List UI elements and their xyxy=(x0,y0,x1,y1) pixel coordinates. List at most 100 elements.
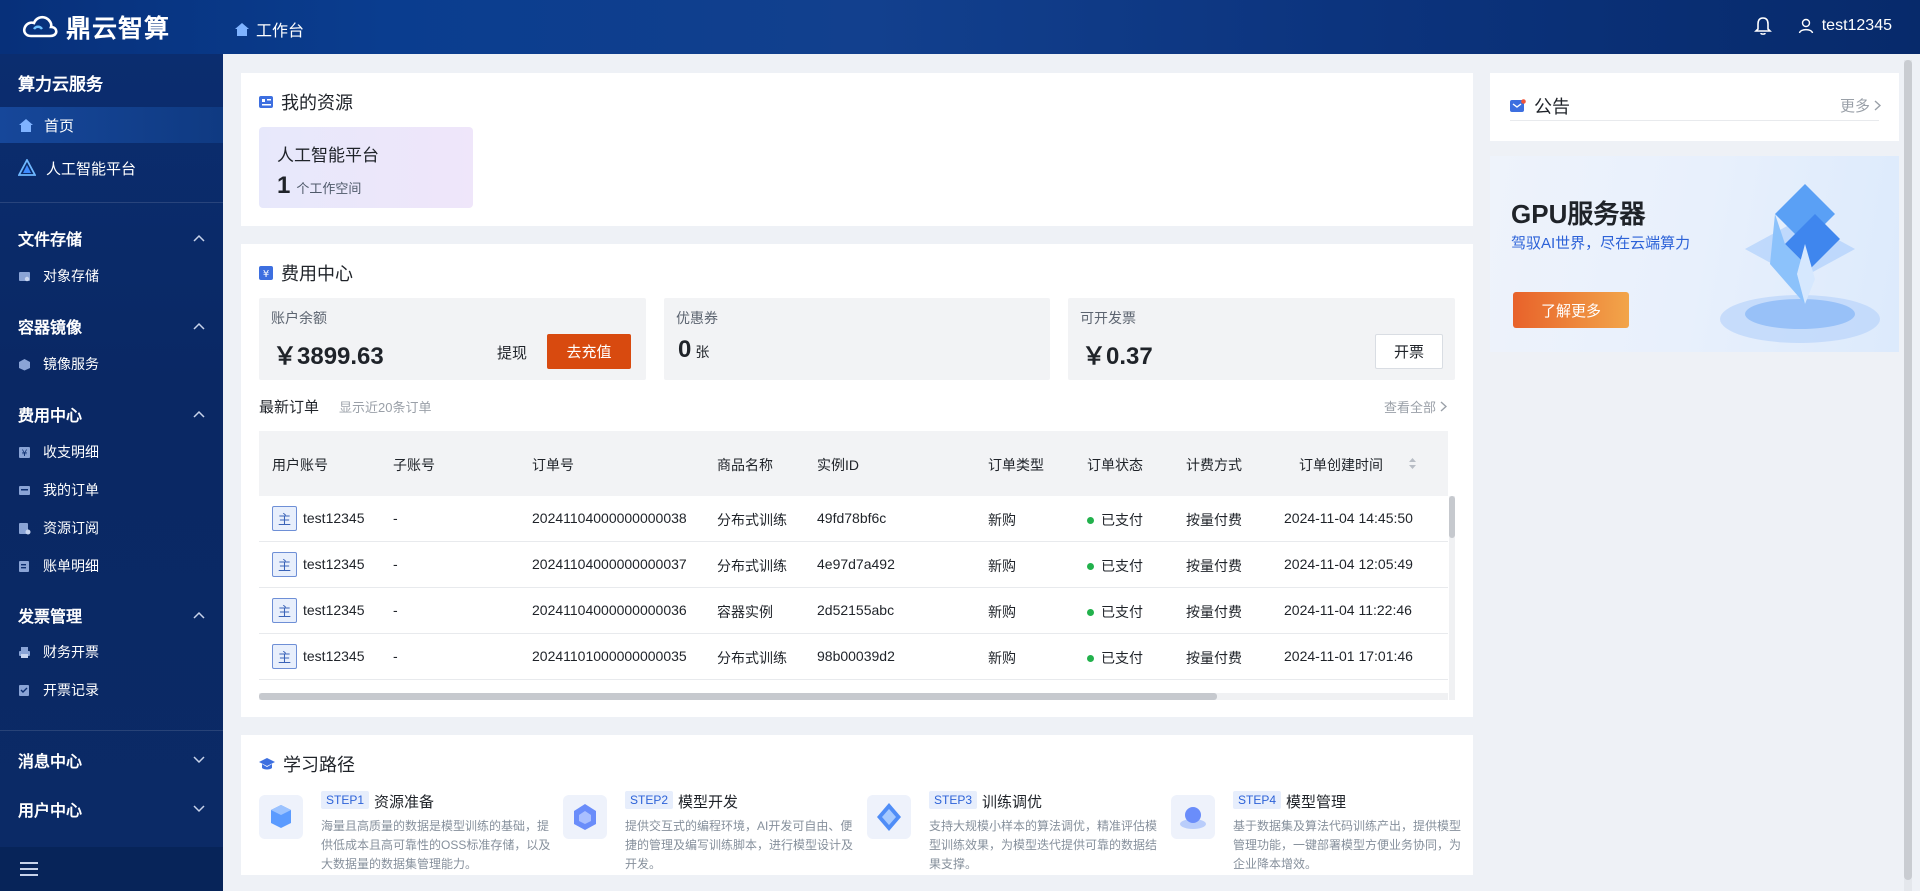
logo-text: 鼎云智算 xyxy=(66,15,171,43)
chevron-up-icon xyxy=(193,410,205,418)
column-header-created-time[interactable]: 订单创建时间 xyxy=(1299,455,1383,475)
step-desc: 支持大规模小样本的算法调优，精准评估模型训练效果，为模型迭代提供可靠的数据结果支… xyxy=(929,819,1158,871)
column-header: 实例ID xyxy=(817,457,859,473)
resource-tile-ai-platform[interactable]: 人工智能平台 1 个工作空间 xyxy=(259,127,473,208)
withdraw-button[interactable]: 提现 xyxy=(497,342,527,363)
scrollbar-thumb[interactable] xyxy=(259,693,1217,700)
sidebar-item-income-expense[interactable]: ¥ 收支明细 xyxy=(0,437,223,467)
menu-icon[interactable] xyxy=(20,861,38,877)
sort-icon[interactable] xyxy=(1408,456,1417,471)
table-vertical-scrollbar[interactable] xyxy=(1449,496,1455,700)
table-row[interactable]: 主 test12345 - 20241104000000000038 分布式训练… xyxy=(259,496,1448,542)
invoice-button[interactable]: 开票 xyxy=(1375,334,1443,369)
table-horizontal-scrollbar[interactable] xyxy=(259,693,1448,700)
sidebar-category-fee-center[interactable]: 费用中心 xyxy=(0,401,223,427)
category-label: 文件存储 xyxy=(18,232,83,249)
storage-icon xyxy=(19,271,30,281)
learn-more-button[interactable]: 了解更多 xyxy=(1513,292,1629,328)
resource-tile-count: 1 xyxy=(277,172,291,199)
learning-step-2[interactable]: STEP2 模型开发 提供交互式的编程环境，AI开发可自由、便捷的管理及编写训练… xyxy=(563,787,853,877)
step-badge: STEP3 xyxy=(929,791,978,809)
scrollbar-thumb[interactable] xyxy=(1449,496,1455,538)
top-bar: 鼎云智算 工作台 test12345 xyxy=(0,0,1920,54)
sidebar-item-image-service[interactable]: 镜像服务 xyxy=(0,349,223,379)
resource-prep-icon xyxy=(259,795,303,839)
sidebar-item-label: 收支明细 xyxy=(43,444,99,460)
my-resources-card: 我的资源 人工智能平台 1 个工作空间 xyxy=(241,73,1473,226)
breadcrumb[interactable]: 工作台 xyxy=(234,17,304,41)
cell-type: 新购 xyxy=(988,650,1016,666)
category-label: 费用中心 xyxy=(18,408,83,425)
bell-icon[interactable] xyxy=(1753,16,1772,36)
sidebar-item-label: 我的订单 xyxy=(43,482,99,498)
card-title: ¥ 费用中心 xyxy=(259,260,353,286)
cell-product: 容器实例 xyxy=(717,604,773,620)
learning-step-4[interactable]: STEP4 模型管理 基于数据集及算法代码训练产出，提供模型管理功能，一键部署模… xyxy=(1171,787,1461,877)
cell-instance: 98b00039d2 xyxy=(817,648,895,664)
sidebar-item-label: 对象存储 xyxy=(43,268,99,284)
username: test12345 xyxy=(1821,17,1892,34)
sidebar-category-file-storage[interactable]: 文件存储 xyxy=(0,225,223,251)
page-vertical-scrollbar[interactable] xyxy=(1904,60,1912,891)
cell-billing: 按量付费 xyxy=(1186,650,1242,666)
user-menu[interactable]: test12345 xyxy=(1798,17,1892,35)
training-tuning-icon xyxy=(867,795,911,839)
balance-box: 账户余额 ￥3899.63 提现 去充值 xyxy=(259,298,646,380)
cell-created: 2024-11-04 11:22:46 xyxy=(1284,602,1412,618)
main-account-tag: 主 xyxy=(272,506,297,531)
learning-path-card: 学习路径 STEP1 资源准备 海量且高质量的数据是模型训练的基础，提供低成本且… xyxy=(241,735,1473,875)
sidebar-category-user-center[interactable]: 用户中心 xyxy=(0,796,223,822)
orders-header: 最新订单 显示近20条订单 查看全部 xyxy=(259,396,1455,416)
sidebar-item-ai-platform[interactable]: 人工智能平台 xyxy=(0,150,223,186)
gpu-server-banner[interactable]: GPU服务器 驾驭AI世界，尽在云端算力 了解更多 xyxy=(1490,156,1899,352)
cell-created: 2024-11-01 17:01:46 xyxy=(1284,648,1413,664)
resource-icon xyxy=(259,96,273,108)
cell-created: 2024-11-04 14:45:50 xyxy=(1284,510,1413,526)
step-desc: 提供交互式的编程环境，AI开发可自由、便捷的管理及编写训练脚本，进行模型设计及开… xyxy=(625,819,854,871)
sidebar-section-title: 算力云服务 xyxy=(18,75,103,94)
status-dot xyxy=(1087,562,1094,570)
sidebar-item-my-orders[interactable]: 我的订单 xyxy=(0,475,223,505)
cell-user: test12345 xyxy=(303,648,365,664)
cell-order-no: 20241104000000000037 xyxy=(532,556,687,572)
table-header: 用户账号 子账号 订单号 商品名称 实例ID 订单类型 订单状态 计费方式 订单… xyxy=(259,431,1448,496)
sidebar-category-invoice-management[interactable]: 发票管理 xyxy=(0,602,223,628)
sidebar-category-message-center[interactable]: 消息中心 xyxy=(0,747,223,773)
view-all-link[interactable]: 查看全部 xyxy=(1384,397,1447,416)
sidebar-item-bill-detail[interactable]: 账单明细 xyxy=(0,551,223,581)
chevron-right-icon xyxy=(1874,100,1881,111)
cell-product: 分布式训练 xyxy=(717,650,787,666)
banner-subtitle: 驾驭AI世界，尽在云端算力 xyxy=(1511,235,1691,252)
sidebar-item-home[interactable]: 首页 xyxy=(0,107,223,143)
sidebar-item-object-storage[interactable]: 对象存储 xyxy=(0,261,223,291)
sidebar-item-financial-invoicing[interactable]: 财务开票 xyxy=(0,637,223,667)
scrollbar-thumb[interactable] xyxy=(1904,60,1912,880)
learning-step-3[interactable]: STEP3 训练调优 支持大规模小样本的算法调优，精准评估模型训练效果，为模型迭… xyxy=(867,787,1157,877)
balance-label: 账户余额 xyxy=(271,310,327,326)
banner-title: GPU服务器 xyxy=(1511,199,1646,229)
sidebar-item-resource-subscription[interactable]: 资源订阅 xyxy=(0,513,223,543)
sidebar-category-container-image[interactable]: 容器镜像 xyxy=(0,313,223,339)
sidebar-item-invoice-records[interactable]: 开票记录 xyxy=(0,675,223,705)
recharge-button[interactable]: 去充值 xyxy=(547,334,631,369)
step-name: 模型开发 xyxy=(678,794,739,811)
notice-title: 公告 xyxy=(1510,93,1570,119)
orders-table: 用户账号 子账号 订单号 商品名称 实例ID 订单类型 订单状态 计费方式 订单… xyxy=(259,431,1455,700)
cell-billing: 按量付费 xyxy=(1186,558,1242,574)
table-row[interactable]: 主 test12345 - 20241104000000000037 分布式训练… xyxy=(259,542,1448,588)
chevron-up-icon xyxy=(193,234,205,242)
sidebar-item-label: 账单明细 xyxy=(43,558,99,574)
cell-sub: - xyxy=(393,556,398,572)
chevron-down-icon xyxy=(193,805,205,813)
cell-order-no: 20241101000000000035 xyxy=(532,648,687,664)
notice-more-link[interactable]: 更多 xyxy=(1840,95,1881,116)
breadcrumb-label: 工作台 xyxy=(256,23,305,40)
table-row[interactable]: 主 test12345 - 20241101000000000035 分布式训练… xyxy=(259,634,1448,680)
table-row[interactable]: 主 test12345 - 20241104000000000036 容器实例 … xyxy=(259,588,1448,634)
logo[interactable]: 鼎云智算 xyxy=(22,10,170,44)
notice-card: 公告 更多 xyxy=(1490,73,1899,141)
learning-step-1[interactable]: STEP1 资源准备 海量且高质量的数据是模型训练的基础，提供低成本且高可靠性的… xyxy=(259,787,550,877)
balance-value: ￥3899.63 xyxy=(273,343,384,370)
cloud-logo-icon xyxy=(22,15,58,38)
main-account-tag: 主 xyxy=(272,552,297,577)
